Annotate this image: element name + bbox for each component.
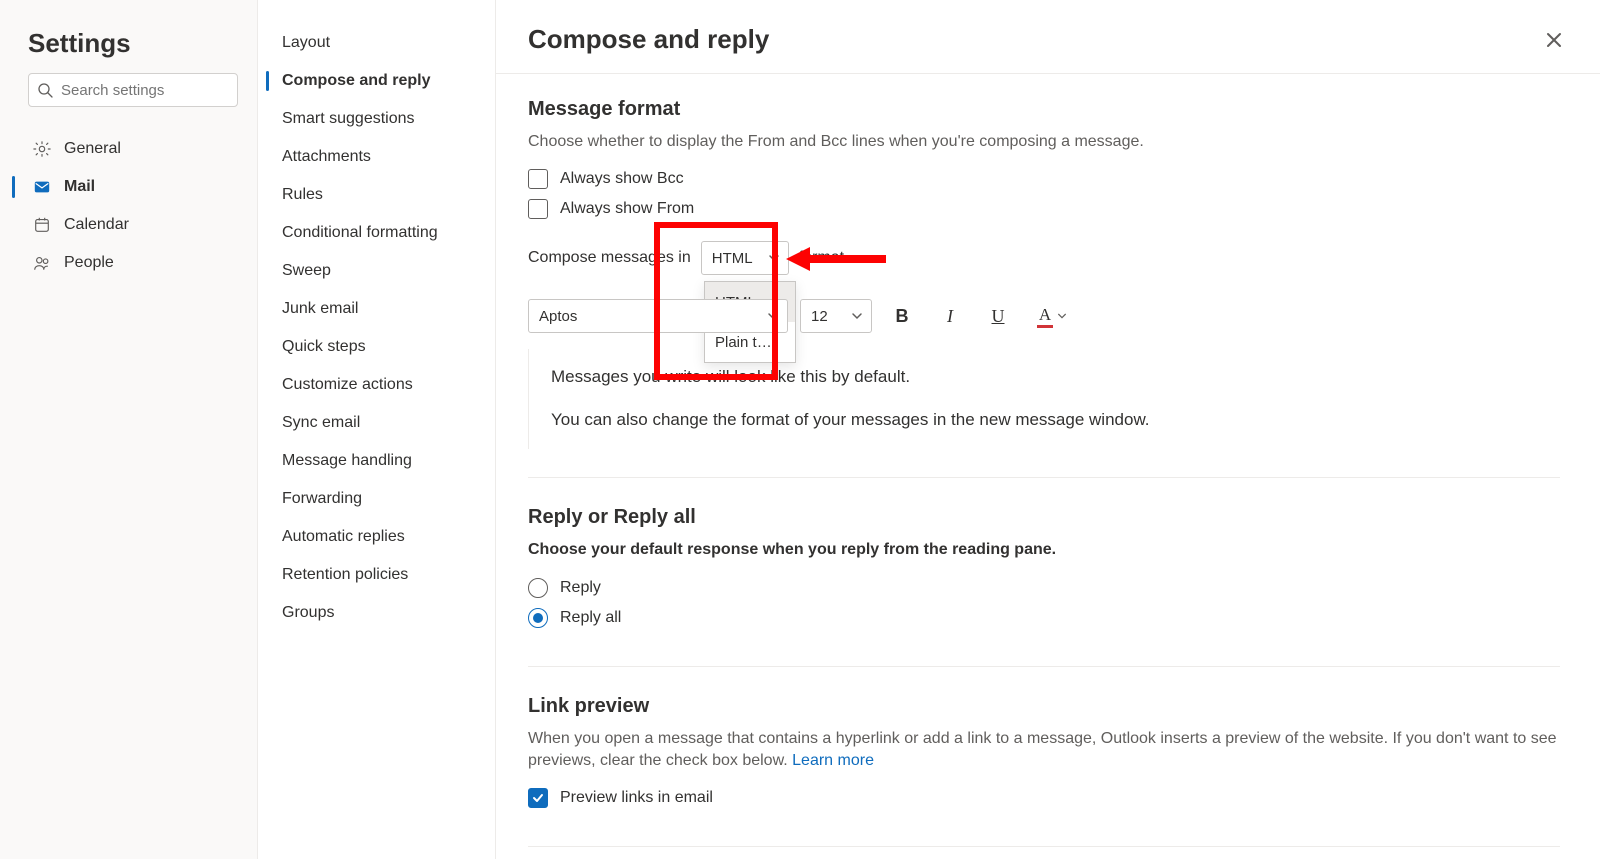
default-size-select[interactable]: 12 (800, 299, 872, 333)
bold-button[interactable]: B (884, 299, 920, 333)
section-link-preview: Link preview When you open a message tha… (528, 695, 1560, 848)
font-color-icon: A (1037, 305, 1053, 328)
preview-links-checkbox[interactable] (528, 788, 548, 808)
reply-all-label: Reply all (560, 609, 621, 627)
nav-people[interactable]: People (28, 245, 243, 281)
close-button[interactable] (1540, 26, 1568, 54)
section-message-format: Message format Choose whether to display… (528, 98, 1560, 478)
always-show-from-label: Always show From (560, 200, 694, 218)
chevron-down-icon (767, 310, 779, 322)
subnav-attachments[interactable]: Attachments (258, 138, 495, 176)
nav-mail-label: Mail (64, 178, 95, 196)
subnav-customize-actions[interactable]: Customize actions (258, 366, 495, 404)
page-title: Compose and reply (528, 24, 769, 55)
always-show-bcc-checkbox[interactable] (528, 169, 548, 189)
nav-general[interactable]: General (28, 131, 243, 167)
message-format-heading: Message format (528, 98, 1560, 121)
default-font-value: Aptos (539, 308, 577, 325)
content-panel: Compose and reply Message format Choose … (496, 0, 1600, 859)
subnav-junk-email[interactable]: Junk email (258, 290, 495, 328)
subnav-automatic-replies[interactable]: Automatic replies (258, 518, 495, 556)
subnav-retention-policies[interactable]: Retention policies (258, 556, 495, 594)
people-icon (32, 254, 52, 272)
reply-heading: Reply or Reply all (528, 506, 1560, 529)
always-show-bcc-label: Always show Bcc (560, 170, 684, 188)
reply-label: Reply (560, 579, 601, 597)
settings-nav-panel: Settings General Mail Calendar (0, 0, 258, 859)
subnav-sweep[interactable]: Sweep (258, 252, 495, 290)
link-preview-desc: When you open a message that contains a … (528, 728, 1560, 773)
link-preview-heading: Link preview (528, 695, 1560, 718)
subnav-smart-suggestions[interactable]: Smart suggestions (258, 100, 495, 138)
compose-format-suffix: format. (799, 249, 849, 267)
default-font-select[interactable]: Aptos (528, 299, 788, 333)
search-icon (37, 82, 53, 98)
calendar-icon (32, 216, 52, 234)
subnav-forwarding[interactable]: Forwarding (258, 480, 495, 518)
chevron-down-icon (851, 310, 863, 322)
preview-links-label: Preview links in email (560, 789, 713, 807)
nav-general-label: General (64, 140, 121, 158)
subnav-rules[interactable]: Rules (258, 176, 495, 214)
reply-all-radio[interactable] (528, 608, 548, 628)
chevron-down-icon (1057, 311, 1067, 321)
search-input[interactable] (28, 73, 238, 107)
close-icon (1544, 30, 1564, 50)
always-show-from-checkbox[interactable] (528, 199, 548, 219)
gear-icon (32, 140, 52, 158)
font-color-button[interactable]: A (1028, 299, 1076, 333)
italic-button[interactable]: I (932, 299, 968, 333)
search-wrapper (28, 73, 243, 107)
mail-subnav-panel: Layout Compose and reply Smart suggestio… (258, 0, 496, 859)
subnav-groups[interactable]: Groups (258, 594, 495, 632)
content-scroll[interactable]: Message format Choose whether to display… (496, 74, 1600, 859)
section-reply: Reply or Reply all Choose your default r… (528, 506, 1560, 666)
settings-title: Settings (28, 28, 243, 59)
checkmark-icon (531, 791, 545, 805)
chevron-down-icon (768, 252, 780, 264)
nav-calendar[interactable]: Calendar (28, 207, 243, 243)
subnav-quick-steps[interactable]: Quick steps (258, 328, 495, 366)
subnav-message-handling[interactable]: Message handling (258, 442, 495, 480)
compose-format-value: HTML (712, 250, 753, 267)
compose-format-select[interactable]: HTML (701, 241, 789, 275)
reply-radio[interactable] (528, 578, 548, 598)
message-format-desc: Choose whether to display the From and B… (528, 131, 1560, 153)
default-size-value: 12 (811, 308, 828, 325)
nav-calendar-label: Calendar (64, 216, 129, 234)
nav-people-label: People (64, 254, 114, 272)
subnav-conditional-formatting[interactable]: Conditional formatting (258, 214, 495, 252)
underline-button[interactable]: U (980, 299, 1016, 333)
nav-mail[interactable]: Mail (28, 169, 243, 205)
default-format-preview: Messages you write will look like this b… (528, 349, 1560, 449)
mail-icon (32, 178, 52, 196)
subnav-compose-reply[interactable]: Compose and reply (258, 62, 495, 100)
link-preview-learn-more[interactable]: Learn more (792, 752, 874, 769)
subnav-sync-email[interactable]: Sync email (258, 404, 495, 442)
preview-line-2: You can also change the format of your m… (551, 406, 1560, 435)
compose-format-prefix: Compose messages in (528, 249, 691, 267)
reply-desc: Choose your default response when you re… (528, 539, 1560, 561)
subnav-layout[interactable]: Layout (258, 24, 495, 62)
preview-line-1: Messages you write will look like this b… (551, 363, 1560, 392)
